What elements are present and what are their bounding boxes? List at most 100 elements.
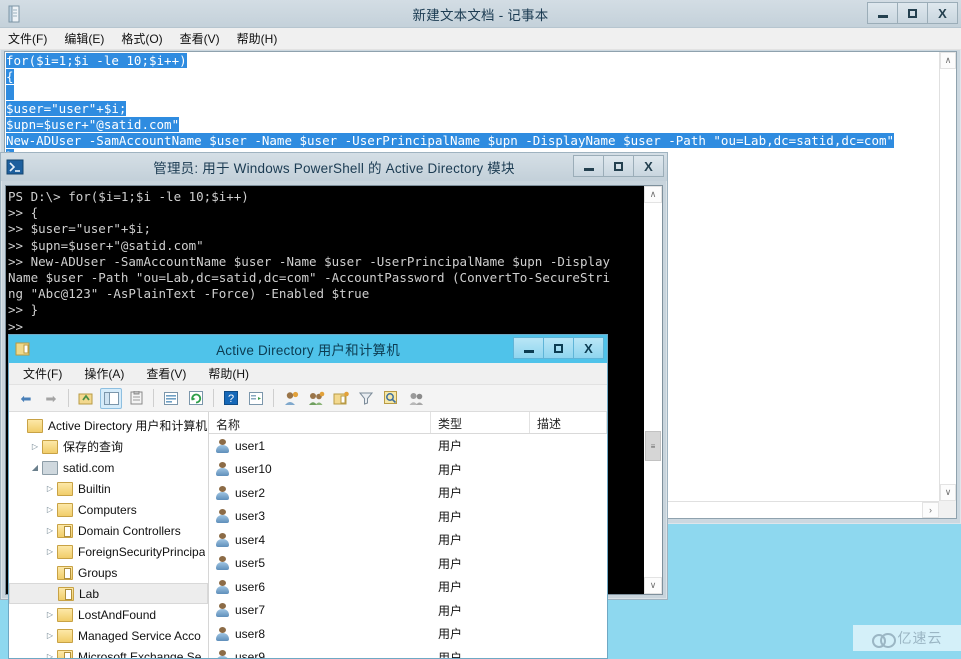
tree-node-foreignsecurityprincipa[interactable]: ▷ ForeignSecurityPrincipa <box>9 541 208 562</box>
tree-node-label: ForeignSecurityPrincipa <box>78 544 206 559</box>
cell-name: user7 <box>209 603 431 618</box>
tree-node-computers[interactable]: ▷ Computers <box>9 499 208 520</box>
tree-node-microsoft-exchange-se[interactable]: ▷ Microsoft Exchange Se <box>9 646 208 658</box>
notepad-maximize-button[interactable] <box>897 2 928 24</box>
table-row[interactable]: user5 用户 <box>209 552 607 576</box>
notepad-minimize-button[interactable] <box>867 2 898 24</box>
forward-icon[interactable]: ➡ <box>40 388 62 409</box>
help-icon[interactable]: ? <box>220 388 242 409</box>
menu-file[interactable]: 文件(F) <box>8 30 47 47</box>
expander-icon[interactable]: ▷ <box>43 484 57 493</box>
cell-type: 用户 <box>438 650 463 658</box>
powershell-scroll-up-button[interactable]: ∧ <box>644 186 662 203</box>
powershell-vertical-scrollbar[interactable]: ∧ ≡ ∨ <box>644 186 662 594</box>
tree-node-lostandfound[interactable]: ▷ LostAndFound <box>9 604 208 625</box>
show-hide-console-tree-icon[interactable] <box>100 387 122 409</box>
saved-query-users-icon[interactable] <box>405 388 427 409</box>
aduc-menu-action[interactable]: 操作(A) <box>84 365 124 382</box>
folder-icon <box>57 502 73 517</box>
cell-name: user6 <box>209 579 431 594</box>
export-list-icon[interactable] <box>245 388 267 409</box>
expander-icon[interactable]: ▷ <box>43 526 57 535</box>
expander-icon[interactable]: ◢ <box>28 463 42 472</box>
folder-icon <box>57 607 73 622</box>
aduc-menubar: 文件(F) 操作(A) 查看(V) 帮助(H) <box>9 363 607 385</box>
table-row[interactable]: user3 用户 <box>209 505 607 529</box>
expander-icon[interactable]: ▷ <box>43 652 57 658</box>
notepad-vertical-scrollbar[interactable]: ∧ ∨ <box>939 52 956 501</box>
tree-node-domain-controllers[interactable]: ▷ Domain Controllers <box>9 520 208 541</box>
menu-help[interactable]: 帮助(H) <box>237 30 278 47</box>
column-header-name[interactable]: 名称 <box>209 412 431 433</box>
filter-icon[interactable] <box>355 388 377 409</box>
powershell-scroll-down-button[interactable]: ∨ <box>644 577 662 594</box>
notepad-scroll-right-button[interactable]: › <box>922 502 939 518</box>
table-row[interactable]: user10 用户 <box>209 458 607 482</box>
notepad-line: $user="user"+$i; <box>6 101 939 117</box>
cell-type: 用户 <box>438 509 463 524</box>
table-row[interactable]: user9 用户 <box>209 646 607 658</box>
aduc-titlebar[interactable]: Active Directory 用户和计算机 X <box>9 335 607 363</box>
tree-node-[interactable]: ▷ 保存的查询 <box>9 436 208 457</box>
aduc-menu-file[interactable]: 文件(F) <box>23 365 62 382</box>
powershell-minimize-button[interactable] <box>573 155 604 177</box>
expander-icon[interactable]: ▷ <box>43 631 57 640</box>
expander-icon[interactable]: ▷ <box>43 547 57 556</box>
chevron-down-icon: ∨ <box>649 580 657 590</box>
folder-icon <box>42 439 58 454</box>
cell-name: user9 <box>209 650 431 658</box>
properties-icon[interactable] <box>125 388 147 409</box>
find-icon[interactable] <box>380 388 402 409</box>
table-row[interactable]: user4 用户 <box>209 528 607 552</box>
back-icon[interactable]: ⬅ <box>15 388 37 409</box>
menu-format[interactable]: 格式(O) <box>121 30 162 47</box>
new-ou-icon[interactable] <box>330 388 352 409</box>
list-view-icon[interactable] <box>160 388 182 409</box>
up-folder-icon[interactable] <box>75 388 97 409</box>
notepad-close-button[interactable]: X <box>927 2 958 24</box>
user-icon <box>216 650 229 658</box>
tree-node-satid-com[interactable]: ◢ satid.com <box>9 457 208 478</box>
aduc-console-tree[interactable]: Active Directory 用户和计算机 ▷ 保存的查询 ◢ satid.com ▷… <box>9 412 209 658</box>
user-icon <box>216 485 229 500</box>
table-row[interactable]: user7 用户 <box>209 599 607 623</box>
tree-node-label: 保存的查询 <box>63 440 124 454</box>
expander-icon[interactable]: ▷ <box>43 610 57 619</box>
powershell-maximize-button[interactable] <box>603 155 634 177</box>
notepad-titlebar[interactable]: 新建文本文档 - 记事本 X <box>0 0 961 28</box>
tree-node-builtin[interactable]: ▷ Builtin <box>9 478 208 499</box>
aduc-minimize-button[interactable] <box>513 337 544 359</box>
menu-edit[interactable]: 编辑(E) <box>64 30 104 47</box>
table-row[interactable]: user2 用户 <box>209 481 607 505</box>
new-user-icon[interactable] <box>280 388 302 409</box>
cell-name: user8 <box>209 626 431 641</box>
aduc-close-button[interactable]: X <box>573 337 604 359</box>
user-name-label: user8 <box>235 626 266 641</box>
expander-icon[interactable]: ▷ <box>43 505 57 514</box>
table-row[interactable]: user8 用户 <box>209 622 607 646</box>
aduc-menu-help[interactable]: 帮助(H) <box>208 365 249 382</box>
refresh-icon[interactable] <box>185 388 207 409</box>
aduc-maximize-button[interactable] <box>543 337 574 359</box>
powershell-close-button[interactable]: X <box>633 155 664 177</box>
powershell-scrollbar-thumb[interactable]: ≡ <box>645 431 661 461</box>
tree-node-managed-service-acco[interactable]: ▷ Managed Service Acco <box>9 625 208 646</box>
table-row[interactable]: user6 用户 <box>209 575 607 599</box>
tree-node-label: Active Directory 用户和计算机 <box>48 419 208 433</box>
cell-type: 用户 <box>438 486 463 501</box>
tree-node-active-directory[interactable]: Active Directory 用户和计算机 <box>9 415 208 436</box>
expander-icon[interactable]: ▷ <box>28 442 42 451</box>
menu-view[interactable]: 查看(V) <box>180 30 220 47</box>
notepad-scroll-down-button[interactable]: ∨ <box>940 484 956 501</box>
column-header-type[interactable]: 类型 <box>431 412 530 433</box>
column-header-description[interactable]: 描述 <box>530 412 607 433</box>
tree-node-lab[interactable]: Lab <box>9 583 208 604</box>
tree-node-groups[interactable]: Groups <box>9 562 208 583</box>
powershell-titlebar[interactable]: 管理员: 用于 Windows PowerShell 的 Active Dire… <box>1 153 667 181</box>
tree-node-label: Groups <box>78 565 118 580</box>
table-row[interactable]: user1 用户 <box>209 434 607 458</box>
new-group-icon[interactable] <box>305 388 327 409</box>
user-icon <box>216 438 229 453</box>
notepad-scroll-up-button[interactable]: ∧ <box>940 52 956 69</box>
aduc-menu-view[interactable]: 查看(V) <box>146 365 186 382</box>
